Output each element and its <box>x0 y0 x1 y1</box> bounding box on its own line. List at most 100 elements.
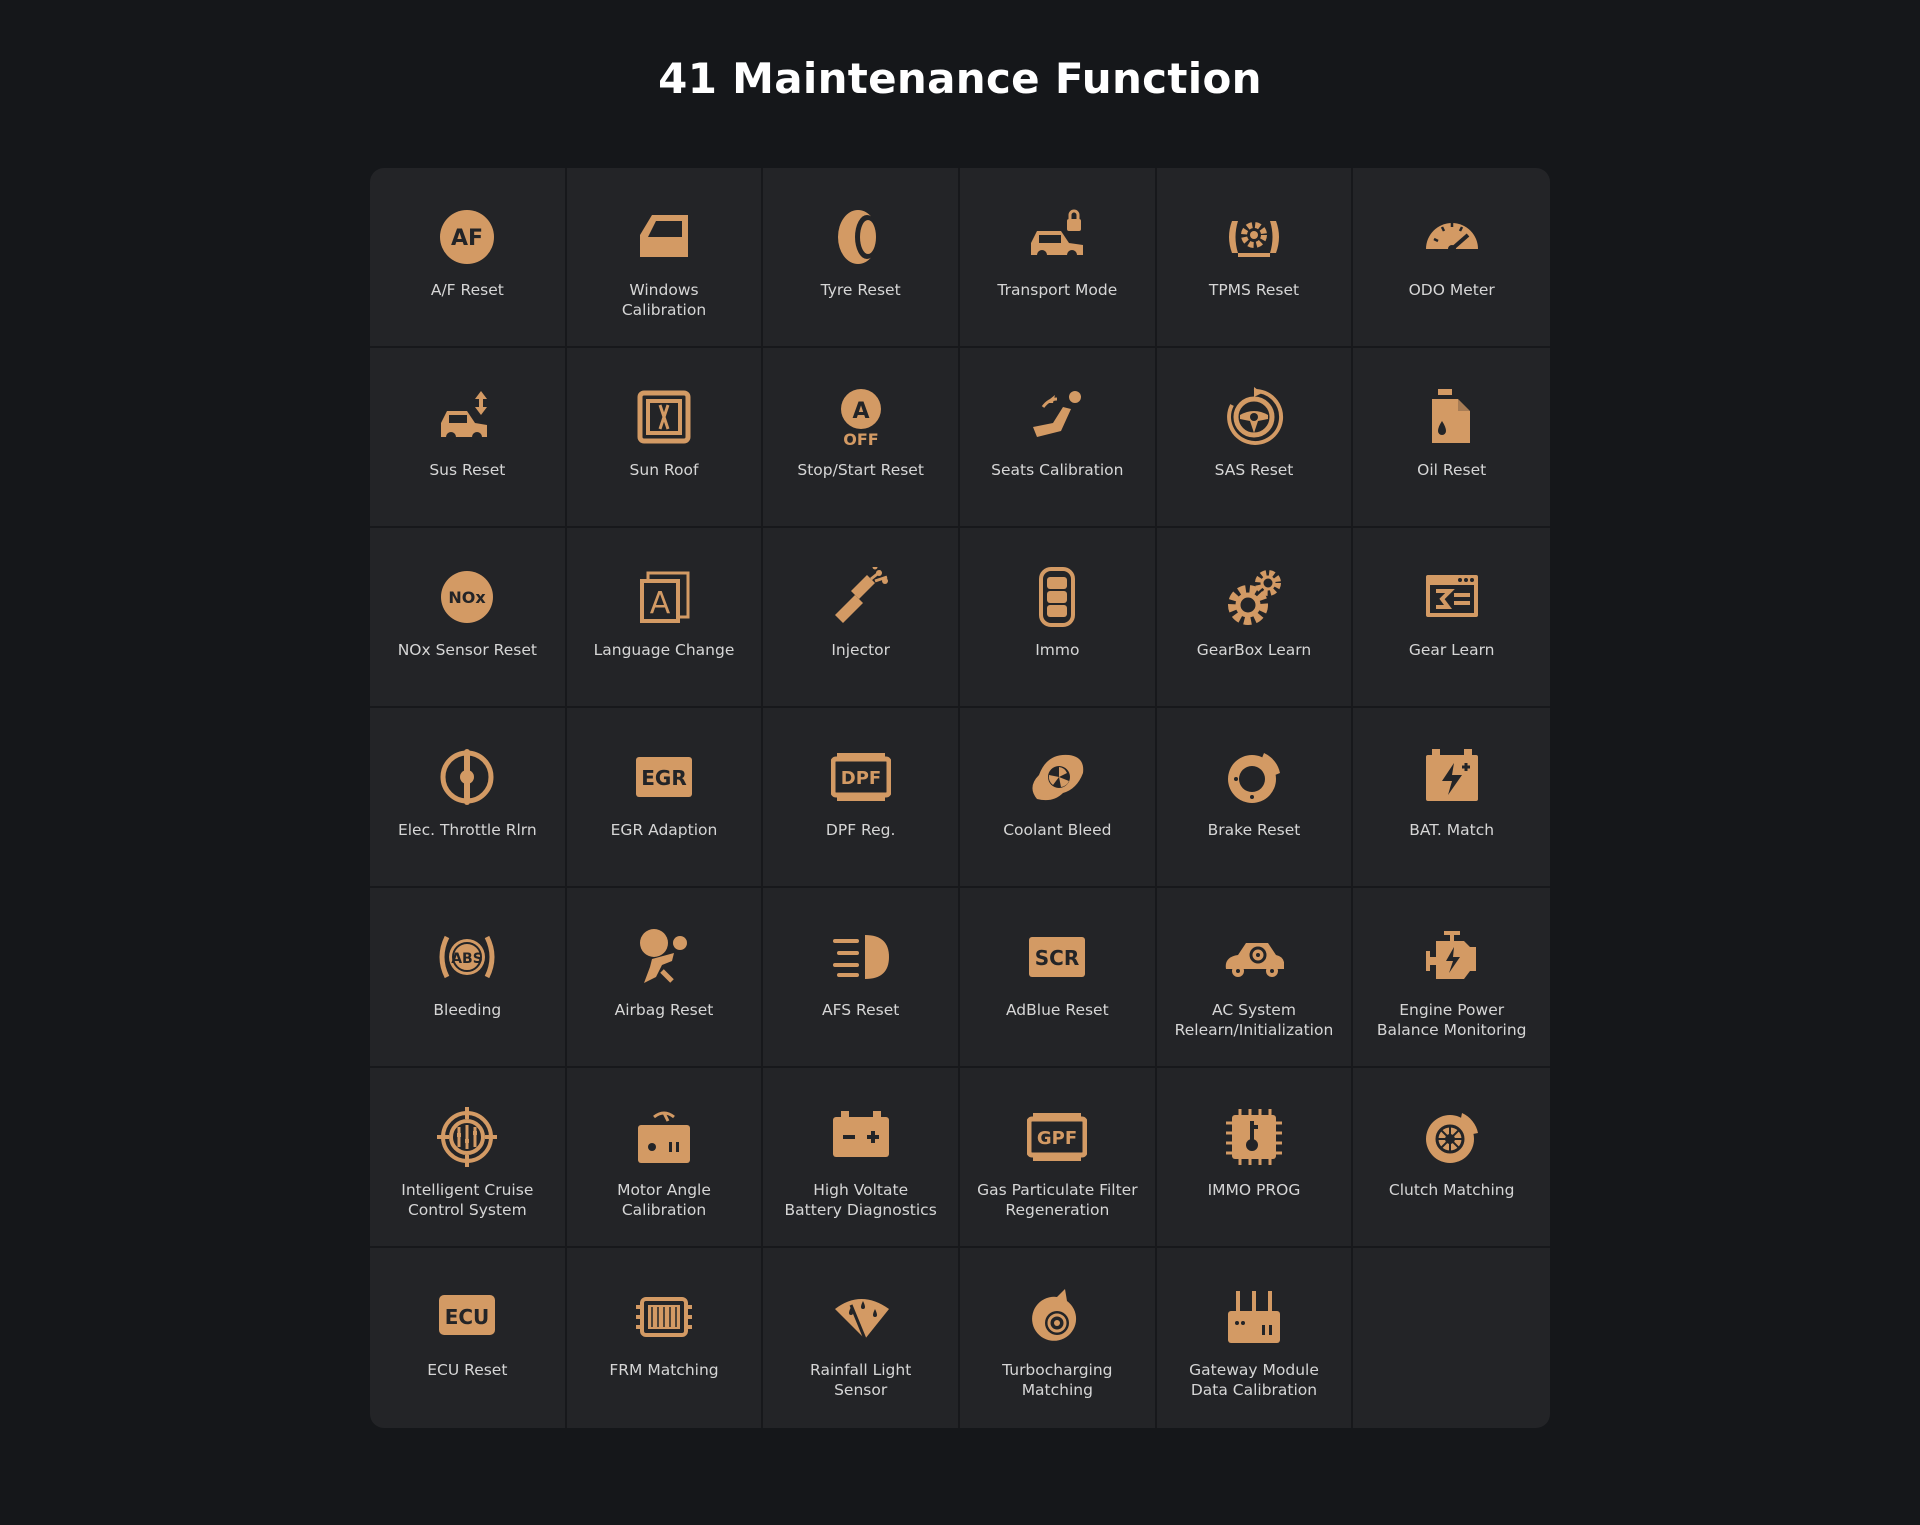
function-tile[interactable]: AC System Relearn/Initialization <box>1156 888 1354 1068</box>
throttle-icon <box>437 747 497 807</box>
abs-icon: ABS <box>437 927 497 987</box>
function-tile[interactable]: Immo <box>960 528 1157 708</box>
maintenance-function-grid: AF A/F Reset Windows Calibration Tyre Reset… <box>370 168 1550 1428</box>
svg-text:NOx: NOx <box>449 588 487 607</box>
coolant-fan-icon <box>1027 747 1087 807</box>
function-tile[interactable]: NOx NOx Sensor Reset <box>370 528 567 708</box>
function-tile[interactable]: Intelligent Cruise Control System <box>370 1068 567 1248</box>
function-tile[interactable]: Gateway Module Data Calibration <box>1157 1248 1354 1428</box>
svg-text:AF: AF <box>451 226 483 251</box>
function-label: Motor Angle Calibration <box>617 1181 711 1219</box>
injector-icon <box>831 567 891 627</box>
function-tile[interactable]: Gear Learn <box>1353 528 1550 708</box>
battery-icon <box>1422 747 1482 807</box>
function-label: AFS Reset <box>822 1001 900 1019</box>
function-tile[interactable]: Engine Power Balance Monitoring <box>1353 888 1550 1068</box>
function-label: Seats Calibration <box>991 461 1124 479</box>
function-tile[interactable]: TPMS Reset <box>1156 168 1354 348</box>
function-tile[interactable]: Clutch Matching <box>1353 1068 1550 1248</box>
svg-text:GPF: GPF <box>1037 1128 1077 1149</box>
function-label: ECU Reset <box>427 1361 508 1379</box>
function-label: BAT. Match <box>1409 821 1495 839</box>
empty-tile <box>1353 1248 1550 1428</box>
steering-icon <box>1224 387 1284 447</box>
frm-module-icon <box>634 1287 694 1347</box>
function-tile[interactable]: ABS Bleeding <box>370 888 567 1068</box>
function-tile[interactable]: GearBox Learn <box>1156 528 1354 708</box>
seat-icon <box>1027 387 1087 447</box>
function-tile[interactable]: Sun Roof <box>566 348 764 528</box>
dpf-icon: DPF <box>830 747 891 807</box>
function-tile[interactable]: AFS Reset <box>763 888 960 1068</box>
svg-text:A: A <box>852 399 869 424</box>
function-label: GearBox Learn <box>1196 641 1312 659</box>
function-tile[interactable]: Seats Calibration <box>960 348 1157 528</box>
function-tile[interactable]: Coolant Bleed <box>960 708 1157 888</box>
function-label: AC System Relearn/Initialization <box>1174 1001 1334 1039</box>
function-label: EGR Adaption <box>610 821 718 839</box>
function-tile[interactable]: IMMO PROG <box>1156 1068 1354 1248</box>
oil-can-icon <box>1422 387 1482 447</box>
auto-stop-off-icon: A OFF <box>831 387 891 447</box>
function-label: Language Change <box>593 641 735 659</box>
motor-angle-icon <box>634 1107 694 1167</box>
tpms-icon <box>1224 207 1284 267</box>
function-label: Windows Calibration <box>621 281 707 319</box>
speedometer-icon <box>1422 207 1482 267</box>
function-tile[interactable]: SAS Reset <box>1156 348 1354 528</box>
function-label: Sun Roof <box>629 461 699 479</box>
function-tile[interactable]: BAT. Match <box>1353 708 1550 888</box>
function-label: Stop/Start Reset <box>797 461 924 479</box>
hv-battery-icon <box>831 1107 891 1167</box>
function-tile[interactable]: Brake Reset <box>1156 708 1354 888</box>
function-label: DPF Reg. <box>825 821 896 839</box>
function-tile[interactable]: A OFF Stop/Start Reset <box>763 348 960 528</box>
ac-car-icon <box>1224 927 1284 987</box>
function-label: IMMO PROG <box>1207 1181 1301 1199</box>
function-tile[interactable]: ODO Meter <box>1353 168 1550 348</box>
function-label: ODO Meter <box>1408 281 1495 299</box>
function-tile[interactable]: GPF Gas Particulate Filter Regeneration <box>960 1068 1157 1248</box>
function-label: Injector <box>831 641 891 659</box>
function-label: Immo <box>1035 641 1080 659</box>
function-tile[interactable]: Sus Reset <box>370 348 567 528</box>
function-tile[interactable]: DPF DPF Reg. <box>763 708 960 888</box>
function-tile[interactable]: Tyre Reset <box>763 168 960 348</box>
function-label: Gas Particulate Filter Regeneration <box>977 1181 1138 1219</box>
headlight-icon <box>831 927 891 987</box>
gateway-router-icon <box>1224 1287 1284 1347</box>
function-label: Airbag Reset <box>614 1001 714 1019</box>
function-tile[interactable]: High Voltate Battery Diagnostics <box>763 1068 960 1248</box>
svg-text:EGR: EGR <box>641 766 686 790</box>
svg-text:SCR: SCR <box>1035 946 1079 970</box>
nox-icon: NOx <box>437 567 497 627</box>
function-label: Clutch Matching <box>1388 1181 1515 1199</box>
language-icon: A <box>634 567 694 627</box>
function-label: SAS Reset <box>1214 461 1294 479</box>
function-tile[interactable]: AF A/F Reset <box>370 168 567 348</box>
function-tile[interactable]: Motor Angle Calibration <box>566 1068 764 1248</box>
function-tile[interactable]: Windows Calibration <box>566 168 764 348</box>
function-tile[interactable]: Airbag Reset <box>566 888 764 1068</box>
function-tile[interactable]: Injector <box>763 528 960 708</box>
function-tile[interactable]: SCR AdBlue Reset <box>960 888 1157 1068</box>
function-label: Transport Mode <box>997 281 1118 299</box>
function-tile[interactable]: FRM Matching <box>567 1248 764 1428</box>
function-tile[interactable]: ECU ECU Reset <box>370 1248 567 1428</box>
airbag-icon <box>634 927 694 987</box>
svg-text:DPF: DPF <box>840 768 880 789</box>
function-tile[interactable]: Turbocharging Matching <box>960 1248 1157 1428</box>
function-tile[interactable]: Elec. Throttle Rlrn <box>370 708 567 888</box>
svg-text:ABS: ABS <box>452 951 484 967</box>
function-tile[interactable]: Oil Reset <box>1353 348 1550 528</box>
sunroof-icon <box>634 387 694 447</box>
function-tile[interactable]: Rainfall Light Sensor <box>763 1248 960 1428</box>
function-tile[interactable]: A Language Change <box>566 528 764 708</box>
chip-icon <box>1224 1107 1284 1167</box>
window-icon <box>634 207 694 267</box>
function-label: FRM Matching <box>609 1361 719 1379</box>
function-tile[interactable]: EGR EGR Adaption <box>566 708 764 888</box>
function-tile[interactable]: Transport Mode <box>960 168 1157 348</box>
rain-sensor-icon <box>831 1287 891 1347</box>
gears-icon <box>1224 567 1284 627</box>
